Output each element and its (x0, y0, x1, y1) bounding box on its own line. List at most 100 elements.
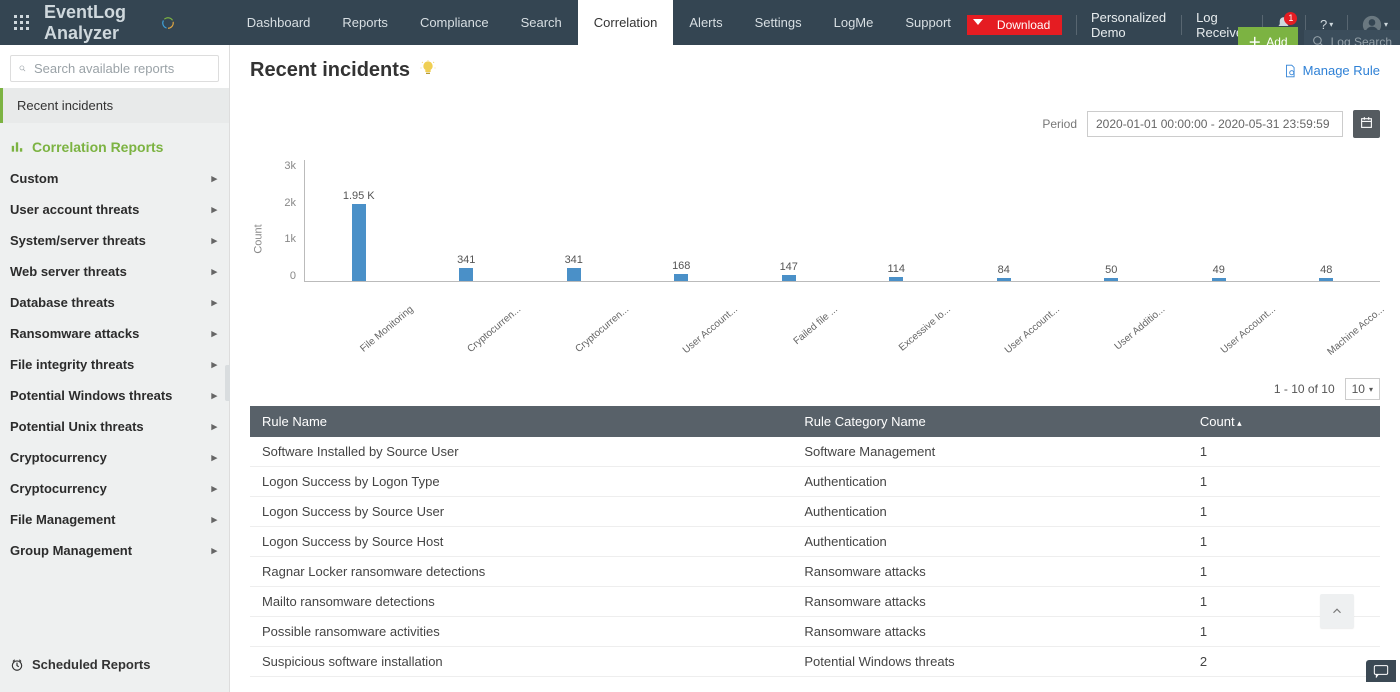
bar-value-label: 114 (887, 263, 905, 275)
table-row[interactable]: Software Installed by Source UserSoftwar… (250, 437, 1380, 467)
table-row[interactable]: Logon Success by Source HostAuthenticati… (250, 527, 1380, 557)
sidebar-item[interactable]: File Management▸ (0, 504, 229, 535)
chevron-down-icon: ▾ (1369, 385, 1373, 394)
nav-item-logme[interactable]: LogMe (818, 0, 890, 45)
sidebar-search-field[interactable] (34, 61, 210, 76)
table-row[interactable]: Ragnar Locker ransomware detectionsRanso… (250, 557, 1380, 587)
nav-item-compliance[interactable]: Compliance (404, 0, 505, 45)
chevron-right-icon: ▸ (211, 482, 217, 495)
calendar-icon[interactable] (1353, 110, 1380, 138)
nav-item-search[interactable]: Search (505, 0, 578, 45)
sidebar-item[interactable]: Cryptocurrency▸ (0, 442, 229, 473)
nav-item-alerts[interactable]: Alerts (673, 0, 738, 45)
sidebar-item[interactable]: User account threats▸ (0, 194, 229, 225)
chart-bar[interactable]: 48 (1273, 278, 1381, 281)
sidebar-item[interactable]: Cryptocurrency ▸ (0, 473, 229, 504)
chevron-right-icon: ▸ (211, 172, 217, 185)
col-rule-name[interactable]: Rule Name (250, 406, 792, 437)
chat-icon[interactable] (1366, 660, 1396, 682)
bar-value-label: 168 (672, 260, 690, 272)
sidebar-item[interactable]: Ransomware attacks▸ (0, 318, 229, 349)
chart-bar[interactable]: 147 (735, 275, 843, 281)
scheduled-reports-link[interactable]: Scheduled Reports (0, 645, 229, 692)
cell-rule-name: Software Installed by Source User (250, 437, 792, 467)
chart-bar[interactable]: 50 (1058, 278, 1166, 281)
cell-rule-category: Authentication (792, 467, 1188, 497)
incidents-table: Rule Name Rule Category Name Count Softw… (250, 406, 1380, 677)
chart-bar[interactable]: 84 (950, 278, 1058, 281)
lightbulb-icon[interactable] (420, 59, 436, 82)
table-row[interactable]: Mailto ransomware detectionsRansomware a… (250, 587, 1380, 617)
personalized-demo-link[interactable]: Personalized Demo (1091, 10, 1167, 40)
download-button[interactable]: Download (967, 15, 1062, 35)
sidebar-item-label: Cryptocurrency (10, 481, 107, 496)
col-rule-category[interactable]: Rule Category Name (792, 406, 1188, 437)
cell-rule-name: Ragnar Locker ransomware detections (250, 557, 792, 587)
chart-bar[interactable]: 1.95 K (305, 204, 413, 281)
col-count[interactable]: Count (1188, 406, 1380, 437)
chart-bar[interactable]: 114 (843, 277, 951, 281)
table-row[interactable]: Logon Success by Logon TypeAuthenticatio… (250, 467, 1380, 497)
sidebar-item-label: System/server threats (10, 233, 146, 248)
page-size-value: 10 (1352, 382, 1365, 396)
sidebar-item[interactable]: File integrity threats▸ (0, 349, 229, 380)
sidebar-list: Custom▸User account threats▸System/serve… (0, 163, 229, 645)
period-value: 2020-01-01 00:00:00 - 2020-05-31 23:59:5… (1096, 117, 1330, 131)
cell-rule-category: Potential Windows threats (792, 647, 1188, 677)
sidebar-item[interactable]: System/server threats▸ (0, 225, 229, 256)
nav-item-support[interactable]: Support (889, 0, 967, 45)
product-name: EventLog Analyzer (44, 2, 157, 44)
alerts-badge: 1 (1284, 12, 1297, 25)
x-tick-label: Cryptocurren... (573, 304, 631, 355)
sidebar: Recent incidents Correlation Reports Cus… (0, 45, 230, 692)
x-tick-label: File Monitoring (358, 304, 415, 355)
sidebar-item[interactable]: Potential Unix threats▸ (0, 411, 229, 442)
sidebar-item[interactable]: Custom▸ (0, 163, 229, 194)
search-icon (19, 62, 26, 75)
manage-rule-link[interactable]: Manage Rule (1283, 63, 1380, 78)
x-tick-label: Failed file ... (792, 304, 840, 347)
scheduled-reports-label: Scheduled Reports (32, 657, 150, 672)
bar-value-label: 84 (998, 264, 1010, 276)
sidebar-item-label: User account threats (10, 202, 139, 217)
nav-item-correlation[interactable]: Correlation (578, 0, 674, 45)
cell-rule-category: Ransomware attacks (792, 617, 1188, 647)
page-size-select[interactable]: 10 ▾ (1345, 378, 1380, 400)
chevron-right-icon: ▸ (211, 544, 217, 557)
table-row[interactable]: Logon Success by Source UserAuthenticati… (250, 497, 1380, 527)
x-tick-label: User Account... (681, 304, 740, 356)
chart-bar[interactable]: 168 (628, 274, 736, 281)
bar-value-label: 49 (1213, 264, 1225, 276)
chevron-right-icon: ▸ (211, 358, 217, 371)
sidebar-item[interactable]: Group Management▸ (0, 535, 229, 566)
nav-item-dashboard[interactable]: Dashboard (231, 0, 327, 45)
bar-value-label: 50 (1105, 264, 1117, 276)
product-logo[interactable]: EventLog Analyzer (44, 2, 231, 44)
period-label: Period (1042, 117, 1077, 131)
sidebar-recent-incidents[interactable]: Recent incidents (0, 88, 229, 123)
sidebar-search-input[interactable] (10, 55, 219, 82)
period-picker[interactable]: 2020-01-01 00:00:00 - 2020-05-31 23:59:5… (1087, 111, 1343, 137)
chart-y-ticks: 3k2k1k0 (250, 160, 296, 282)
x-tick-label: Excessive lo... (897, 304, 953, 354)
chart-bar[interactable]: 49 (1165, 278, 1273, 281)
x-tick-label: User Account... (1219, 304, 1278, 356)
sidebar-item[interactable]: Database threats▸ (0, 287, 229, 318)
chart-bar[interactable]: 341 (520, 268, 628, 281)
apps-grid-icon[interactable] (0, 15, 44, 31)
nav-item-settings[interactable]: Settings (739, 0, 818, 45)
document-gear-icon (1283, 64, 1297, 78)
sidebar-item[interactable]: Web server threats▸ (0, 256, 229, 287)
scroll-to-top-button[interactable] (1320, 594, 1354, 628)
nav-item-reports[interactable]: Reports (326, 0, 404, 45)
sidebar-item-label: Web server threats (10, 264, 127, 279)
cell-rule-name: Possible ransomware activities (250, 617, 792, 647)
table-row[interactable]: Possible ransomware activitiesRansomware… (250, 617, 1380, 647)
table-row[interactable]: Suspicious software installationPotentia… (250, 647, 1380, 677)
manage-rule-label: Manage Rule (1303, 63, 1380, 78)
cell-rule-name: Logon Success by Source Host (250, 527, 792, 557)
sidebar-item[interactable]: Potential Windows threats▸ (0, 380, 229, 411)
chart-bar[interactable]: 341 (413, 268, 521, 281)
chevron-right-icon: ▸ (211, 451, 217, 464)
page-title: Recent incidents (250, 59, 436, 82)
